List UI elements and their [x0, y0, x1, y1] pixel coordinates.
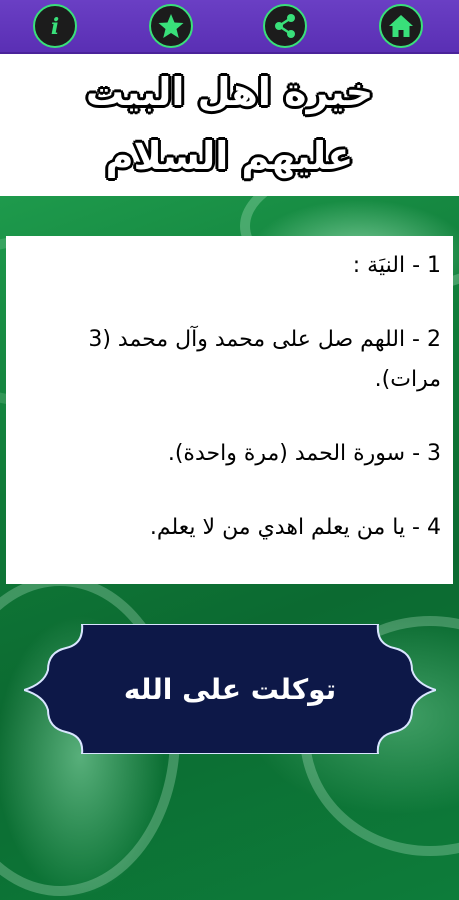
step-item: 4 - يا من يعلم اهدي من لا يعلم.: [149, 515, 441, 540]
home-icon: [389, 15, 413, 37]
top-toolbar: i: [0, 0, 459, 54]
info-icon: i: [51, 14, 59, 40]
share-icon: [275, 14, 295, 38]
favorite-button[interactable]: [149, 4, 193, 48]
title-area: خيرة اهل البيت عليهم السلام: [0, 54, 459, 196]
info-button[interactable]: i: [33, 4, 77, 48]
step-item: 3 - سورة الحمد (مرة واحدة).: [167, 441, 441, 466]
share-button[interactable]: [263, 4, 307, 48]
step-item: 1 - النيَة :: [352, 253, 441, 278]
star-icon: [158, 14, 184, 38]
instructions-panel: 1 - النيَة : 2 - اللهم صل على محمد وآل م…: [6, 236, 453, 584]
svg-text:i: i: [51, 14, 59, 40]
trust-in-god-label: توكلت على الله: [123, 672, 337, 706]
home-button[interactable]: [379, 4, 423, 48]
step-item: 2 - اللهم صل على محمد وآل محمد (3 مرات).: [88, 327, 441, 392]
trust-in-god-button[interactable]: توكلت على الله: [24, 624, 436, 754]
page-title-line-2: عليهم السلام: [105, 134, 354, 178]
page-title-line-1: خيرة اهل البيت: [85, 70, 374, 114]
